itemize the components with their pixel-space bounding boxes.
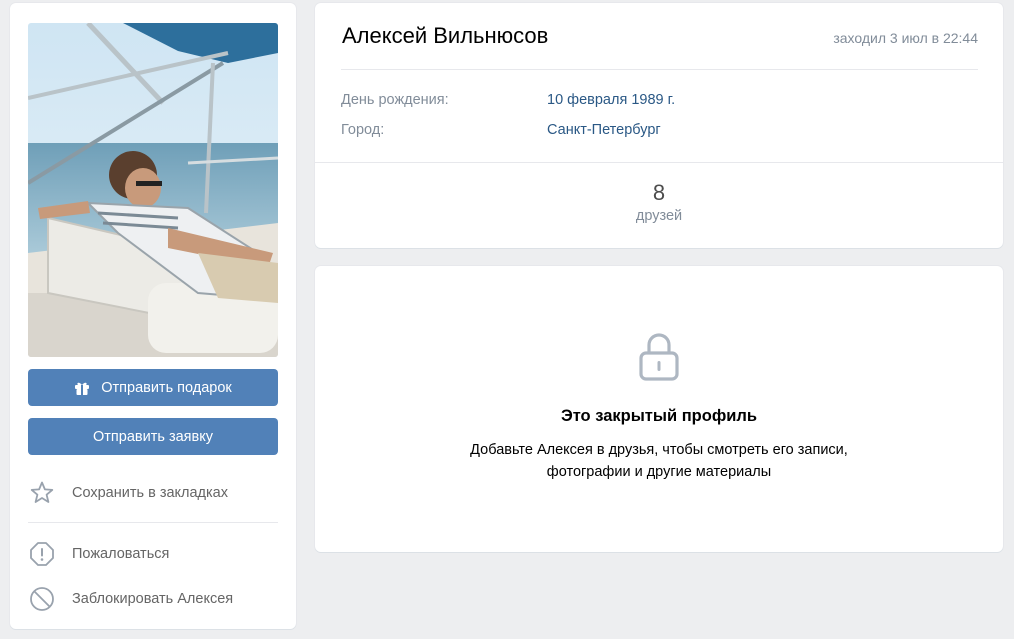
- private-description-line: Добавьте Алексея в друзья, чтобы смотрет…: [470, 442, 848, 458]
- bookmark-button[interactable]: Сохранить в закладках: [28, 478, 278, 508]
- private-title: Это закрытый профиль: [560, 407, 758, 425]
- profile-photo[interactable]: [28, 23, 278, 357]
- send-gift-label: Отправить подарок: [101, 379, 232, 396]
- lock-icon: [637, 331, 681, 381]
- friends-counter[interactable]: 8 друзей: [609, 180, 709, 224]
- divider: [28, 522, 278, 523]
- city-label: Город:: [341, 122, 385, 138]
- profile-info-card: Алексей Вильнюсов заходил 3 июл в 22:44 …: [315, 3, 1003, 248]
- profile-sidebar: Отправить подарок Отправить заявку Сохра…: [10, 3, 296, 629]
- friends-label: друзей: [635, 208, 683, 224]
- block-button[interactable]: Заблокировать Алексея: [28, 584, 278, 614]
- send-request-button[interactable]: Отправить заявку: [28, 418, 278, 455]
- bookmark-label: Сохранить в закладках: [72, 485, 228, 501]
- private-profile-card: Это закрытый профиль Добавьте Алексея в …: [315, 266, 1003, 552]
- private-description: Добавьте Алексея в друзья, чтобы смотрет…: [315, 439, 1003, 483]
- friends-count: 8: [652, 180, 666, 205]
- last-seen-status: заходил 3 июл в 22:44: [833, 30, 978, 46]
- divider: [315, 162, 1003, 163]
- star-icon: [28, 479, 56, 507]
- city-value[interactable]: Санкт-Петербург: [547, 122, 661, 138]
- gift-icon: [74, 380, 90, 396]
- report-label: Пожаловаться: [72, 546, 170, 562]
- birthday-label: День рождения:: [341, 92, 449, 108]
- profile-name: Алексей Вильнюсов: [342, 23, 549, 48]
- block-label: Заблокировать Алексея: [72, 591, 234, 607]
- report-button[interactable]: Пожаловаться: [28, 539, 278, 569]
- block-icon: [28, 585, 56, 613]
- birthday-value[interactable]: 10 февраля 1989 г.: [547, 92, 675, 108]
- send-gift-button[interactable]: Отправить подарок: [28, 369, 278, 406]
- send-request-label: Отправить заявку: [93, 428, 213, 445]
- exclamation-icon: [28, 540, 56, 568]
- private-description-line: фотографии и другие материалы: [546, 464, 772, 480]
- divider: [341, 69, 978, 70]
